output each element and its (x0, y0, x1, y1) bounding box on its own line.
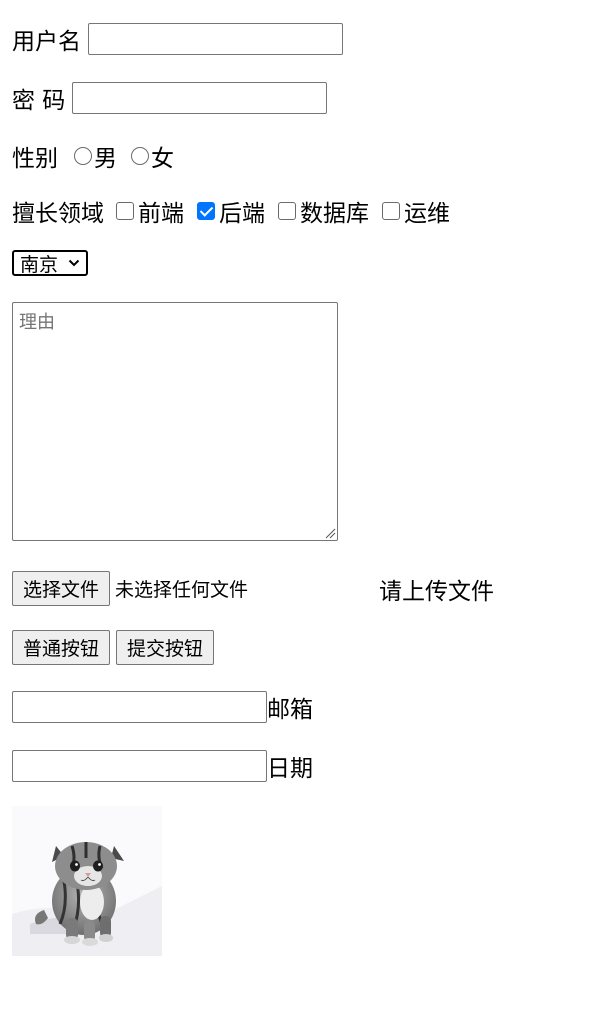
gender-female-radio[interactable] (131, 147, 149, 165)
city-select[interactable]: 南京 (12, 250, 88, 276)
expertise-database-checkbox[interactable] (278, 202, 296, 220)
expertise-row: 擅长领域 前端 后端 数据库 运维 (12, 194, 450, 228)
username-input[interactable] (88, 23, 343, 55)
email-label: 邮箱 (267, 697, 313, 723)
expertise-backend-checkbox[interactable] (197, 202, 215, 220)
resize-grip-icon[interactable] (324, 527, 336, 539)
expertise-label: 擅长领域 (12, 201, 104, 227)
username-row: 用户名 (12, 22, 343, 56)
upload-row: 选择文件 未选择任何文件 请上传文件 (12, 571, 494, 606)
city-select-value: 南京 (20, 253, 59, 276)
kitten-image (12, 806, 162, 956)
gender-female-label: 女 (151, 146, 174, 172)
expertise-ops-checkbox[interactable] (382, 202, 400, 220)
chevron-down-icon (68, 259, 80, 267)
reason-placeholder: 理由 (19, 312, 55, 333)
date-input[interactable] (12, 750, 267, 782)
choose-file-button[interactable]: 选择文件 (12, 571, 111, 606)
email-input[interactable] (12, 691, 267, 723)
normal-button[interactable]: 普通按钮 (12, 630, 111, 665)
gender-row: 性别 男 女 (12, 139, 174, 173)
password-row: 密 码 (12, 81, 328, 115)
file-status-text: 未选择任何文件 (115, 579, 249, 601)
expertise-ops-label: 运维 (404, 201, 450, 227)
submit-button[interactable]: 提交按钮 (116, 630, 215, 665)
password-input[interactable] (72, 82, 328, 114)
gender-label: 性别 (12, 146, 58, 172)
expertise-database-label: 数据库 (300, 201, 369, 227)
expertise-backend-label: 后端 (219, 201, 265, 227)
password-label: 密 码 (12, 88, 66, 114)
email-row: 邮箱 (12, 690, 313, 724)
gender-male-radio[interactable] (74, 147, 92, 165)
expertise-frontend-label: 前端 (138, 201, 184, 227)
expertise-frontend-checkbox[interactable] (116, 202, 134, 220)
upload-hint: 请上传文件 (379, 578, 495, 605)
date-row: 日期 (12, 749, 313, 783)
gender-male-label: 男 (94, 146, 117, 172)
buttons-row: 普通按钮 提交按钮 (12, 630, 215, 665)
reason-textarea[interactable]: 理由 (12, 302, 338, 541)
username-label: 用户名 (12, 29, 81, 55)
date-label: 日期 (267, 756, 313, 782)
